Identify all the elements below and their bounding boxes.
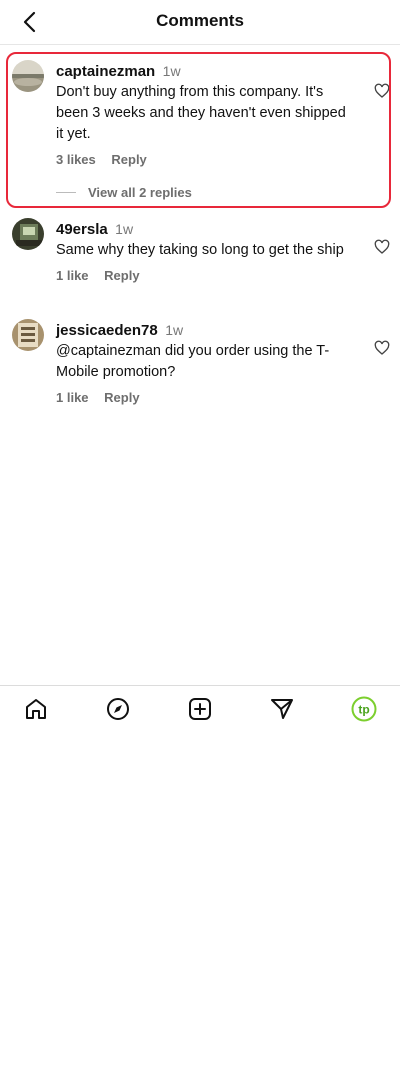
- heart-icon[interactable]: [374, 239, 390, 255]
- profile-initials: tp: [358, 703, 369, 717]
- reply-button[interactable]: Reply: [111, 152, 146, 167]
- comment-age: 1w: [165, 322, 184, 338]
- create-post-icon: [189, 698, 211, 720]
- bottom-navigation: tp: [0, 685, 400, 732]
- heart-icon[interactable]: [374, 83, 390, 99]
- view-replies-button[interactable]: View all 2 replies: [56, 185, 192, 200]
- profile-avatar-icon: tp: [351, 696, 377, 722]
- like-count[interactable]: 1 like: [56, 390, 89, 405]
- comment-text: Don't buy anything from this company. It…: [56, 84, 346, 142]
- avatar[interactable]: [12, 60, 44, 92]
- comment-text: Same why they taking so long to get the …: [56, 242, 344, 258]
- heart-icon[interactable]: [374, 340, 390, 356]
- nav-create[interactable]: [187, 696, 213, 722]
- page-title: Comments: [156, 11, 244, 30]
- divider: [56, 192, 76, 193]
- direct-message-icon: [271, 699, 293, 719]
- avatar[interactable]: [12, 218, 44, 250]
- like-count[interactable]: 1 like: [56, 268, 89, 283]
- view-replies-label: View all 2 replies: [88, 185, 192, 200]
- reply-button[interactable]: Reply: [104, 390, 139, 405]
- home-icon: [26, 699, 46, 719]
- nav-profile[interactable]: tp: [351, 696, 377, 722]
- comment-age: 1w: [115, 221, 134, 237]
- reply-button[interactable]: Reply: [104, 268, 139, 283]
- nav-messages[interactable]: [269, 696, 295, 722]
- comment-text: @captainezman did you order using the T-…: [56, 343, 330, 380]
- avatar[interactable]: [12, 319, 44, 351]
- comment-age: 1w: [162, 63, 181, 79]
- nav-home[interactable]: [23, 696, 49, 722]
- comment-username[interactable]: captainezman: [56, 63, 155, 80]
- comment-username[interactable]: 49ersla: [56, 221, 108, 238]
- nav-explore[interactable]: [105, 696, 131, 722]
- comment-username[interactable]: jessicaeden78: [56, 322, 158, 339]
- like-count[interactable]: 3 likes: [56, 152, 96, 167]
- explore-compass-icon: [107, 698, 129, 720]
- comments-header: Comments: [0, 0, 400, 45]
